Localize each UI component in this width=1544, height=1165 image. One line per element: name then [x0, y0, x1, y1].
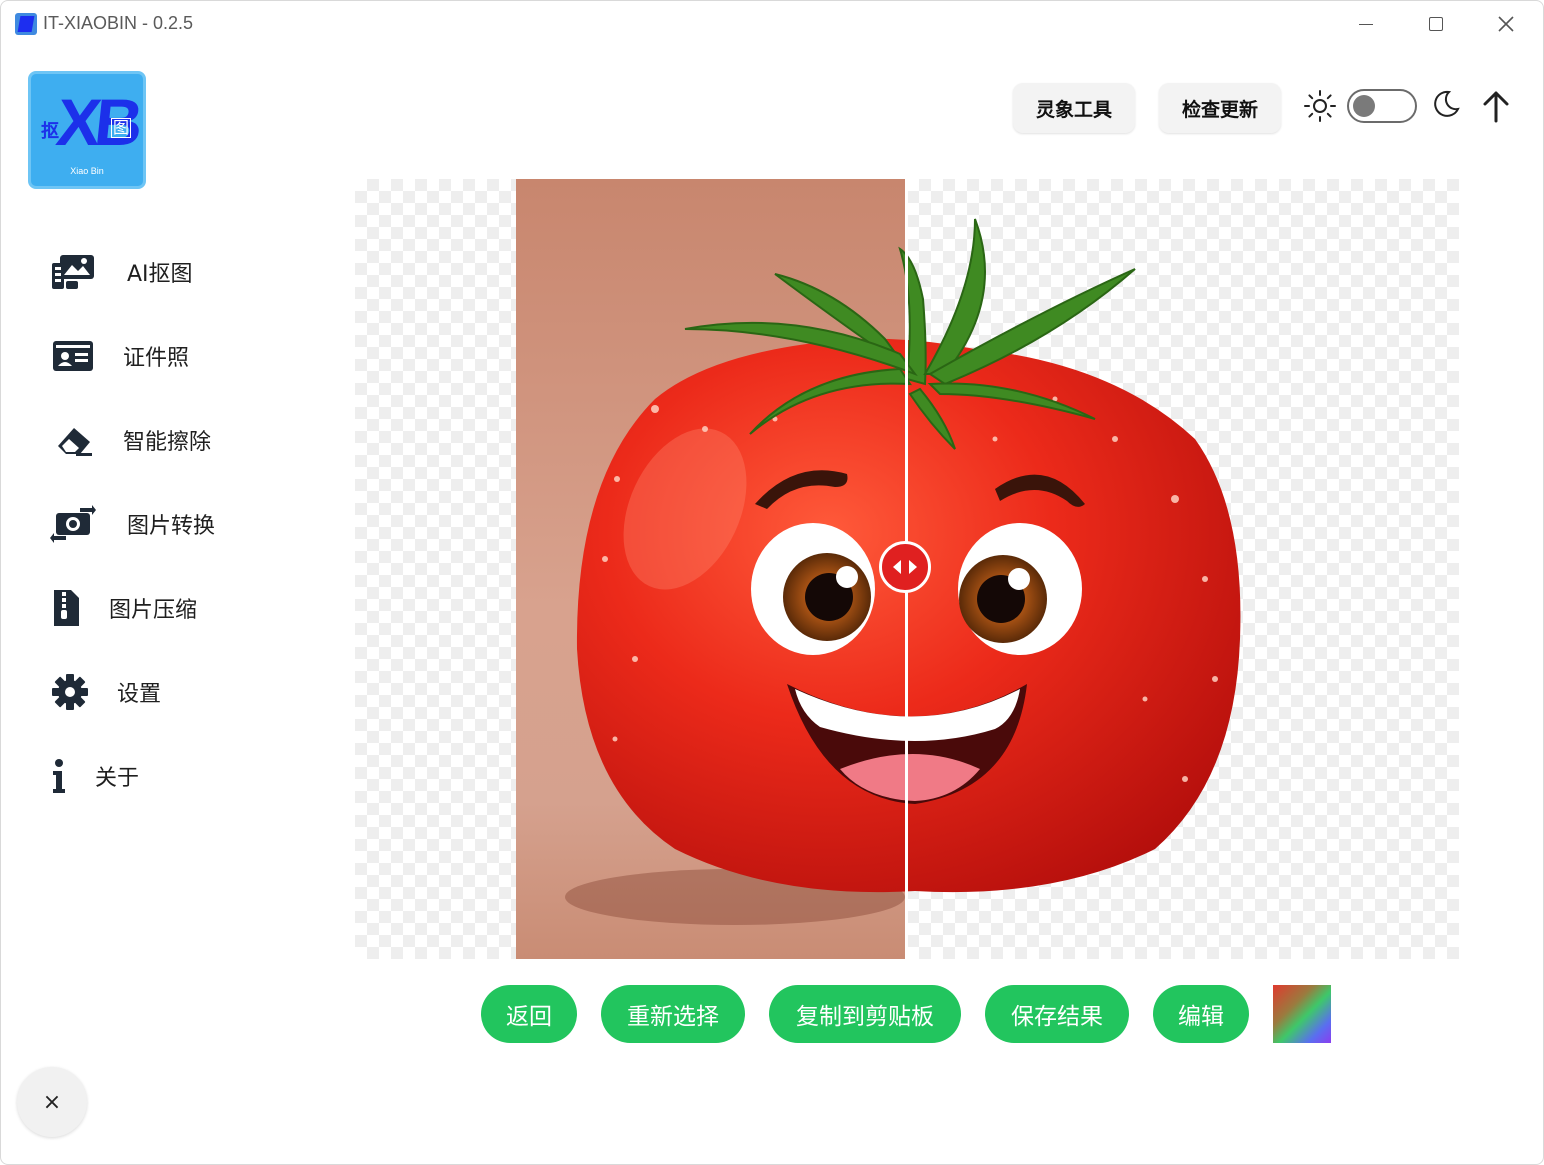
theme-toggle[interactable] [1347, 89, 1417, 123]
app-window: IT-XIAOBIN - 0.2.5 抠 XB 图 Xiao Bin AI抠图 … [0, 0, 1544, 1165]
minimize-button[interactable] [1343, 9, 1389, 39]
id-card-icon [49, 334, 97, 378]
sidebar-item-label: 关于 [95, 766, 140, 791]
close-sidebar-button[interactable]: × [17, 1067, 87, 1137]
sidebar-item-smart-erase[interactable]: 智能擦除 [49, 415, 211, 465]
check-update-button[interactable]: 检查更新 [1159, 83, 1281, 133]
image-compare-canvas[interactable] [355, 179, 1459, 959]
sidebar-item-about[interactable]: 关于 [49, 751, 139, 801]
close-window-button[interactable] [1483, 9, 1529, 39]
sidebar-item-label: 图片压缩 [109, 598, 198, 623]
logo-subtitle: Xiao Bin [70, 166, 104, 176]
window-title: IT-XIAOBIN - 0.2.5 [43, 13, 194, 33]
app-icon [15, 13, 37, 35]
tools-button[interactable]: 灵象工具 [1013, 83, 1135, 133]
image-cutout-icon [49, 250, 97, 294]
arrow-up-icon[interactable] [1481, 89, 1511, 127]
sidebar-item-id-photo[interactable]: 证件照 [49, 331, 189, 381]
close-icon: × [42, 1089, 62, 1115]
gear-icon [49, 670, 91, 714]
title-bar: IT-XIAOBIN - 0.2.5 [1, 1, 1543, 47]
sun-icon [1303, 89, 1337, 127]
moon-icon [1431, 89, 1461, 123]
sidebar-item-label: AI抠图 [127, 262, 193, 287]
image-convert-icon [49, 502, 97, 546]
save-result-button[interactable]: 保存结果 [985, 985, 1129, 1043]
back-button[interactable]: 返回 [481, 985, 577, 1043]
logo-right-char: 图 [111, 118, 132, 138]
background-color-picker[interactable] [1273, 985, 1331, 1043]
close-icon [1498, 16, 1514, 32]
sidebar-item-label: 智能擦除 [123, 430, 212, 455]
eraser-icon [49, 418, 97, 462]
copy-to-clipboard-button[interactable]: 复制到剪贴板 [769, 985, 961, 1043]
sidebar-item-label: 证件照 [123, 346, 190, 371]
sidebar-item-ai-cutout[interactable]: AI抠图 [49, 247, 193, 297]
file-zip-icon [49, 586, 83, 630]
compare-slider-handle[interactable] [879, 541, 931, 593]
sidebar-item-image-convert[interactable]: 图片转换 [49, 499, 215, 549]
sidebar-item-label: 图片转换 [127, 514, 216, 539]
sidebar-item-settings[interactable]: 设置 [49, 667, 161, 717]
maximize-button[interactable] [1413, 9, 1459, 39]
edit-button[interactable]: 编辑 [1153, 985, 1249, 1043]
sidebar-item-label: 设置 [117, 682, 162, 707]
info-icon [49, 754, 69, 798]
app-logo: 抠 XB 图 Xiao Bin [28, 71, 146, 189]
reselect-button[interactable]: 重新选择 [601, 985, 745, 1043]
arrows-left-right-icon [893, 560, 917, 574]
sidebar-item-image-compress[interactable]: 图片压缩 [49, 583, 197, 633]
